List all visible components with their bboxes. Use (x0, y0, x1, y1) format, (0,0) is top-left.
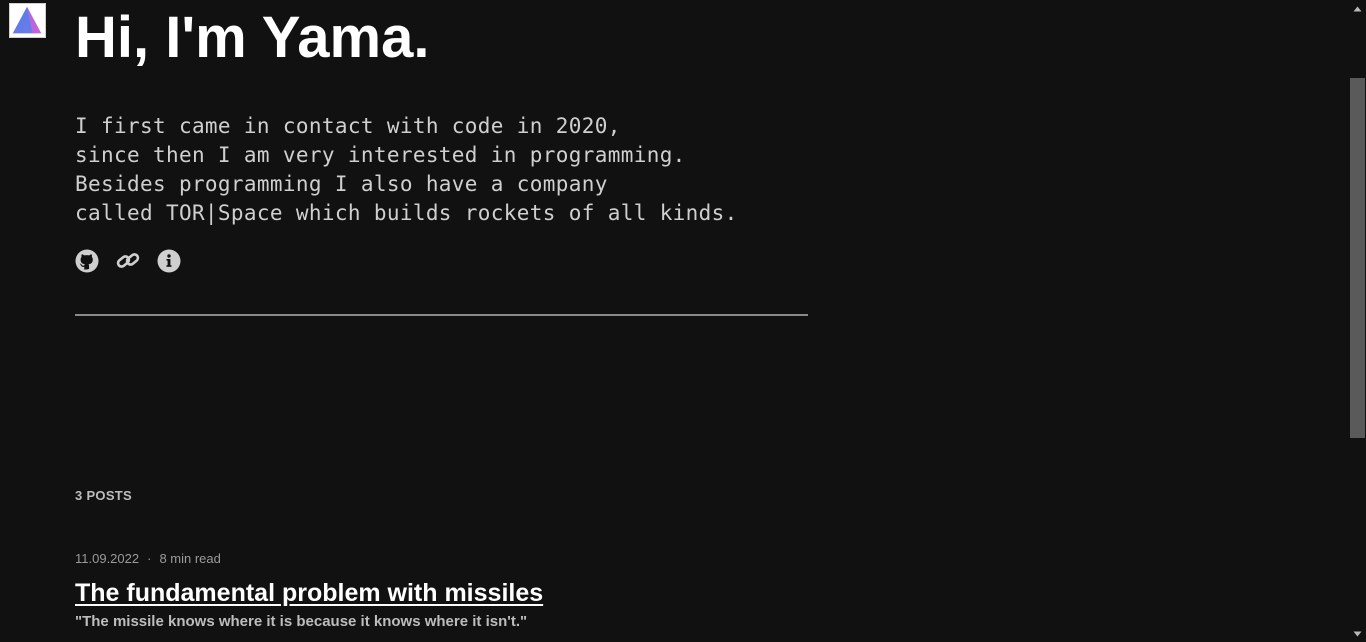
intro-line: since then I am very interested in progr… (75, 143, 686, 167)
post-title-link[interactable]: The fundamental problem with missiles (75, 579, 543, 607)
intro-line: called TOR|Space which builds rockets of… (75, 201, 738, 225)
info-icon[interactable] (157, 249, 181, 273)
post-read-time: 8 min read (159, 551, 221, 566)
page-headline: Hi, I'm Yama. (75, 5, 430, 70)
scroll-up-icon[interactable] (1349, 0, 1366, 17)
triangle-logo-icon (12, 6, 42, 34)
post-date: 11.09.2022 (75, 551, 140, 566)
section-divider (75, 314, 808, 316)
intro-line: I first came in contact with code in 202… (75, 114, 621, 138)
intro-text: I first came in contact with code in 202… (75, 112, 738, 228)
github-icon[interactable] (75, 249, 99, 273)
post-meta: 11.09.2022 · 8 min read (75, 550, 975, 568)
meta-separator: · (147, 551, 152, 566)
link-icon[interactable] (116, 249, 140, 273)
site-logo[interactable] (9, 3, 46, 38)
intro-line: Besides programming I also have a compan… (75, 172, 608, 196)
scrollbar-thumb[interactable] (1350, 78, 1365, 438)
post-item: 11.09.2022 · 8 min read The fundamental pr… (75, 550, 975, 632)
post-excerpt: "The missile knows where it is because i… (75, 613, 528, 630)
social-links (75, 249, 198, 273)
page-scrollbar[interactable] (1349, 0, 1366, 642)
posts-count: 3 POSTS (75, 488, 133, 503)
scroll-down-icon[interactable] (1349, 625, 1366, 642)
